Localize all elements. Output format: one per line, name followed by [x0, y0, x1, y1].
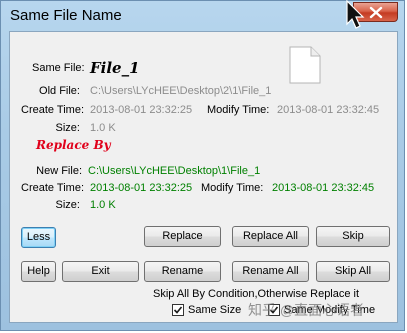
new-file-label: New File: — [36, 165, 82, 177]
new-size-value: 1.0 K — [90, 199, 116, 211]
watermark-text: 知乎 @直面心语者 — [248, 302, 365, 318]
old-create-time-value: 2013-08-01 23:32:25 — [90, 104, 193, 116]
old-file-path: C:\Users\LYcHEE\Desktop\2\1\File_1 — [90, 85, 272, 97]
old-modify-time-value: 2013-08-01 23:32:45 — [277, 104, 380, 116]
old-modify-time-label: Modify Time: — [207, 104, 270, 116]
old-create-time-label: Create Time: — [21, 104, 84, 116]
condition-text: Skip All By Condition,Otherwise Replace … — [153, 288, 360, 300]
help-button[interactable]: Help — [21, 261, 56, 282]
file-icon — [289, 46, 321, 84]
old-file-label: Old File: — [39, 85, 80, 97]
dialog-window: Same File Name Same File: File_1 Old Fil… — [0, 0, 405, 331]
close-icon — [369, 6, 383, 19]
checkmark-icon — [173, 306, 183, 314]
same-file-value: File_1 — [90, 59, 140, 77]
title-bar[interactable]: Same File Name — [1, 1, 404, 31]
new-create-time-value: 2013-08-01 23:32:25 — [90, 182, 193, 194]
replace-all-button[interactable]: Replace All — [232, 226, 309, 247]
window-title: Same File Name — [10, 7, 122, 24]
new-file-path: C:\Users\LYcHEE\Desktop\1\File_1 — [88, 165, 261, 177]
new-modify-time-value: 2013-08-01 23:32:45 — [272, 182, 375, 194]
skip-button[interactable]: Skip — [316, 226, 390, 247]
new-modify-time-label: Modify Time: — [201, 182, 264, 194]
new-size-label: Size: — [55, 199, 80, 211]
skip-all-button[interactable]: Skip All — [316, 261, 390, 282]
dialog-content: Same File: File_1 Old File: C:\Users\LYc… — [9, 31, 398, 323]
same-size-label: Same Size — [188, 304, 242, 316]
same-file-label: Same File: — [32, 62, 85, 74]
new-create-time-label: Create Time: — [21, 182, 84, 194]
cursor-icon — [346, 0, 365, 29]
rename-button[interactable]: Rename — [144, 261, 221, 282]
replace-by-heading: Replace By — [36, 138, 111, 152]
replace-button[interactable]: Replace — [144, 226, 221, 247]
rename-all-button[interactable]: Rename All — [232, 261, 309, 282]
old-size-value: 1.0 K — [90, 122, 116, 134]
old-size-label: Size: — [55, 122, 80, 134]
same-size-checkbox[interactable] — [172, 304, 184, 316]
less-button[interactable]: Less — [21, 227, 56, 248]
exit-button[interactable]: Exit — [62, 261, 139, 282]
